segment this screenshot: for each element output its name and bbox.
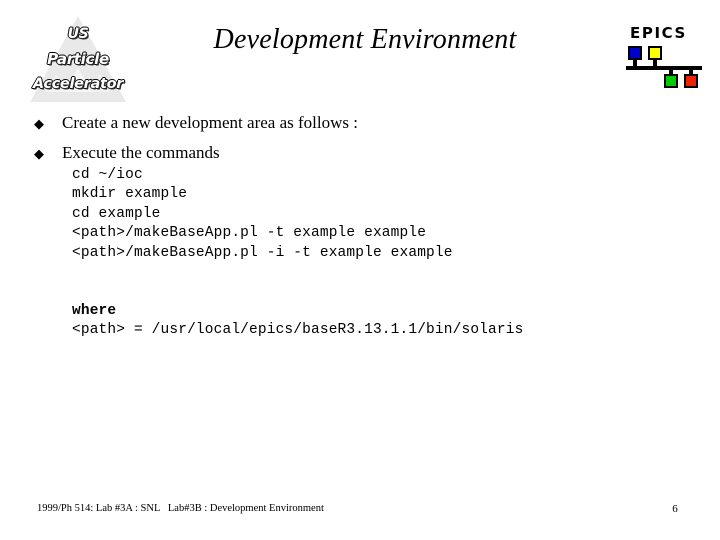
epics-wordmark: EPICS <box>630 24 687 42</box>
page-number: 6 <box>672 503 678 515</box>
code-spacer <box>72 282 672 301</box>
where-definition: <path> = /usr/local/epics/baseR3.13.1.1/… <box>72 322 524 339</box>
bullet-label-2: Execute the commands <box>62 143 220 162</box>
diamond-bullet-icon: ◆ <box>34 147 44 162</box>
epics-network-diagram-icon <box>622 46 706 90</box>
list-item: ◆ Execute the commands <box>34 142 594 166</box>
epics-stem-blue <box>633 59 637 68</box>
code-line: mkdir example <box>72 186 188 203</box>
uspas-logo: US Particle Accelerator <box>26 12 130 106</box>
uspas-logo-line-2: Particle <box>47 49 110 68</box>
code-spacer <box>72 263 672 282</box>
footer-caption: 1999/Ph 514: Lab #3A : SNL Lab#3B : Deve… <box>37 503 324 514</box>
epics-node-yellow <box>648 46 662 60</box>
slide-canvas: US Particle Accelerator Development Envi… <box>0 0 720 540</box>
page-title: Development Environment <box>213 24 517 55</box>
code-block: cd ~/ioc mkdir example cd example <path>… <box>72 166 672 341</box>
epics-stem-red <box>689 68 693 76</box>
epics-node-blue <box>628 46 642 60</box>
list-item: ◆ Create a new development area as follo… <box>34 112 594 136</box>
where-label: where <box>72 302 117 319</box>
epics-stem-yellow <box>653 59 657 68</box>
epics-node-red <box>684 74 698 88</box>
code-line: <path>/makeBaseApp.pl -i -t example exam… <box>72 244 453 261</box>
uspas-logo-line-1: US <box>67 25 89 42</box>
uspas-logo-line-3: Accelerator <box>32 75 124 92</box>
epics-node-green <box>664 74 678 88</box>
bullet-list: ◆ Create a new development area as follo… <box>34 112 594 172</box>
bullet-label-1: Create a new development area as follows… <box>62 113 358 132</box>
code-line: <path>/makeBaseApp.pl -t example example <box>72 225 427 242</box>
diamond-bullet-icon: ◆ <box>34 117 44 132</box>
epics-stem-green <box>669 68 673 76</box>
code-line: cd example <box>72 205 161 222</box>
epics-logo: EPICS <box>622 24 706 90</box>
code-line: cd ~/ioc <box>72 167 143 183</box>
